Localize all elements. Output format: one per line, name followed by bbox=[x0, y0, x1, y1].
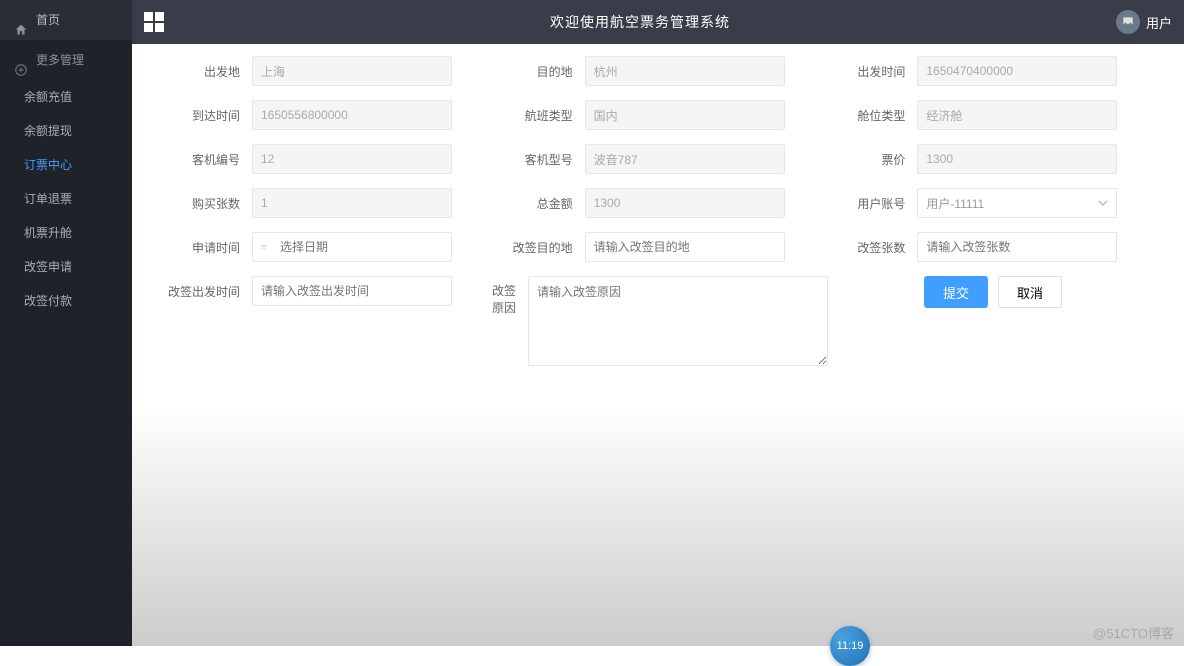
select-user-account-value: 用户-11111 bbox=[926, 195, 984, 212]
label-flight-type: 航班类型 bbox=[495, 107, 585, 124]
sidebar-item-change-apply[interactable]: 改签申请 bbox=[0, 250, 132, 284]
sidebar-home-label: 首页 bbox=[36, 0, 60, 40]
input-plane-model bbox=[585, 144, 785, 174]
sidebar-item-upgrade[interactable]: 机票升舱 bbox=[0, 216, 132, 250]
cancel-button[interactable]: 取消 bbox=[998, 276, 1062, 308]
label-price: 票价 bbox=[827, 151, 917, 168]
sidebar-item-refund[interactable]: 订单退票 bbox=[0, 182, 132, 216]
label-arrive-time: 到达时间 bbox=[162, 107, 252, 124]
input-change-dest[interactable] bbox=[585, 232, 785, 262]
user-menu[interactable]: 用户 bbox=[1116, 10, 1172, 34]
calendar-icon bbox=[261, 240, 266, 254]
input-buy-count bbox=[252, 188, 452, 218]
timestamp-badge: 11:19 bbox=[830, 626, 870, 666]
input-total bbox=[585, 188, 785, 218]
input-depart-time bbox=[917, 56, 1117, 86]
label-seat-class: 舱位类型 bbox=[827, 107, 917, 124]
sidebar-item-booking[interactable]: 订票中心 bbox=[0, 148, 132, 182]
label-plane-model: 客机型号 bbox=[495, 151, 585, 168]
input-departure bbox=[252, 56, 452, 86]
input-plane-no bbox=[252, 144, 452, 174]
apps-grid-icon[interactable] bbox=[144, 12, 164, 32]
input-price bbox=[917, 144, 1117, 174]
input-change-depart-time[interactable] bbox=[252, 276, 452, 306]
avatar-icon bbox=[1116, 10, 1140, 34]
sidebar-item-more[interactable]: 更多管理 bbox=[0, 40, 132, 80]
sidebar-item-recharge[interactable]: 余额充值 bbox=[0, 80, 132, 114]
more-icon bbox=[14, 53, 28, 67]
submit-button[interactable]: 提交 bbox=[924, 276, 988, 308]
input-arrive-time bbox=[252, 100, 452, 130]
input-apply-time[interactable] bbox=[252, 232, 452, 262]
input-flight-type bbox=[585, 100, 785, 130]
sidebar-item-home[interactable]: 首页 bbox=[0, 0, 132, 40]
sidebar: 首页 更多管理 余额充值 余额提现 订票中心 订单退票 机票升舱 改签申请 改签… bbox=[0, 0, 132, 646]
page-title: 欢迎使用航空票务管理系统 bbox=[164, 12, 1116, 32]
sidebar-item-change-pay[interactable]: 改签付款 bbox=[0, 284, 132, 318]
label-destination: 目的地 bbox=[495, 63, 585, 80]
sidebar-more-label: 更多管理 bbox=[36, 40, 84, 80]
label-total: 总金额 bbox=[495, 195, 585, 212]
label-user-account: 用户账号 bbox=[827, 195, 917, 212]
input-change-count[interactable] bbox=[917, 232, 1117, 262]
label-buy-count: 购买张数 bbox=[162, 195, 252, 212]
label-change-count: 改签张数 bbox=[827, 239, 917, 256]
input-change-reason[interactable] bbox=[528, 276, 828, 366]
topbar: 欢迎使用航空票务管理系统 用户 bbox=[132, 0, 1184, 44]
sidebar-item-withdraw[interactable]: 余额提现 bbox=[0, 114, 132, 148]
user-label: 用户 bbox=[1146, 13, 1172, 32]
select-user-account[interactable]: 用户-11111 bbox=[917, 188, 1117, 218]
input-destination bbox=[585, 56, 785, 86]
input-apply-time-field[interactable] bbox=[272, 233, 443, 261]
label-change-reason: 改签原因 bbox=[488, 276, 528, 316]
label-depart-time: 出发时间 bbox=[827, 63, 917, 80]
label-plane-no: 客机编号 bbox=[162, 151, 252, 168]
chevron-down-icon bbox=[1098, 198, 1108, 208]
label-change-depart-time: 改签出发时间 bbox=[162, 283, 252, 300]
input-seat-class bbox=[917, 100, 1117, 130]
main-content: 出发地 目的地 出发时间 到达时间 航班类型 舱位类型 客机编号 bbox=[132, 44, 1184, 646]
label-change-dest: 改签目的地 bbox=[495, 239, 585, 256]
watermark: @51CTO博客 bbox=[1093, 623, 1174, 642]
home-icon bbox=[14, 13, 28, 27]
label-apply-time: 申请时间 bbox=[162, 239, 252, 256]
label-departure: 出发地 bbox=[162, 63, 252, 80]
